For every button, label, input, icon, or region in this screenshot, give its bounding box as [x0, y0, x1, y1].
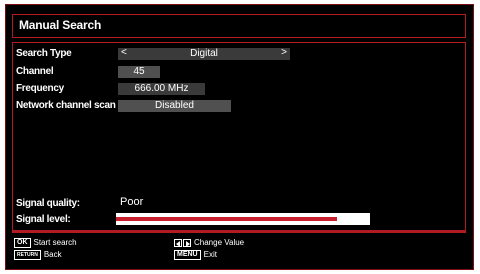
- channel-value: 45: [133, 66, 145, 77]
- signal-quality-label: Signal quality:: [16, 198, 80, 209]
- ok-key-icon: OK: [14, 238, 31, 248]
- signal-quality-value: Poor: [120, 196, 144, 208]
- channel-label: Channel: [16, 66, 54, 77]
- page-title: Manual Search: [19, 18, 102, 32]
- change-value-hint: Change Value: [194, 238, 245, 247]
- network-scan-selector[interactable]: Disabled: [118, 100, 231, 112]
- settings-panel: [12, 42, 466, 231]
- footer-exit[interactable]: MENU Exit: [174, 250, 217, 260]
- title-bar: Manual Search: [12, 14, 466, 38]
- search-type-value: Digital: [190, 48, 218, 59]
- frequency-value: 666.00 MHz: [134, 83, 189, 94]
- frequency-field[interactable]: 666.00 MHz: [118, 83, 205, 95]
- network-scan-value: Disabled: [155, 100, 194, 111]
- search-type-selector[interactable]: < Digital >: [118, 47, 290, 60]
- signal-level-fill: [116, 217, 337, 221]
- channel-field[interactable]: 45: [118, 66, 160, 78]
- network-scan-label: Network channel scan: [16, 100, 116, 111]
- footer-start-search[interactable]: OK Start search: [14, 238, 77, 248]
- return-key-icon: RETURN: [14, 250, 41, 260]
- signal-level-label: Signal level:: [16, 214, 71, 225]
- menu-key-icon: MENU: [174, 250, 201, 260]
- exit-hint: Exit: [203, 250, 217, 260]
- frequency-label: Frequency: [16, 83, 64, 94]
- search-type-label: Search Type: [16, 48, 72, 59]
- footer-change-value[interactable]: Change Value: [174, 238, 244, 247]
- footer-divider: [12, 231, 466, 233]
- chevron-right-icon[interactable]: >: [281, 47, 287, 59]
- left-right-arrows-icon: [174, 238, 191, 247]
- signal-level-bar: [116, 213, 370, 225]
- back-hint: Back: [43, 250, 62, 260]
- start-search-hint: Start search: [33, 238, 77, 248]
- chevron-left-icon[interactable]: <: [121, 47, 127, 59]
- footer-back[interactable]: RETURN Back: [14, 250, 62, 260]
